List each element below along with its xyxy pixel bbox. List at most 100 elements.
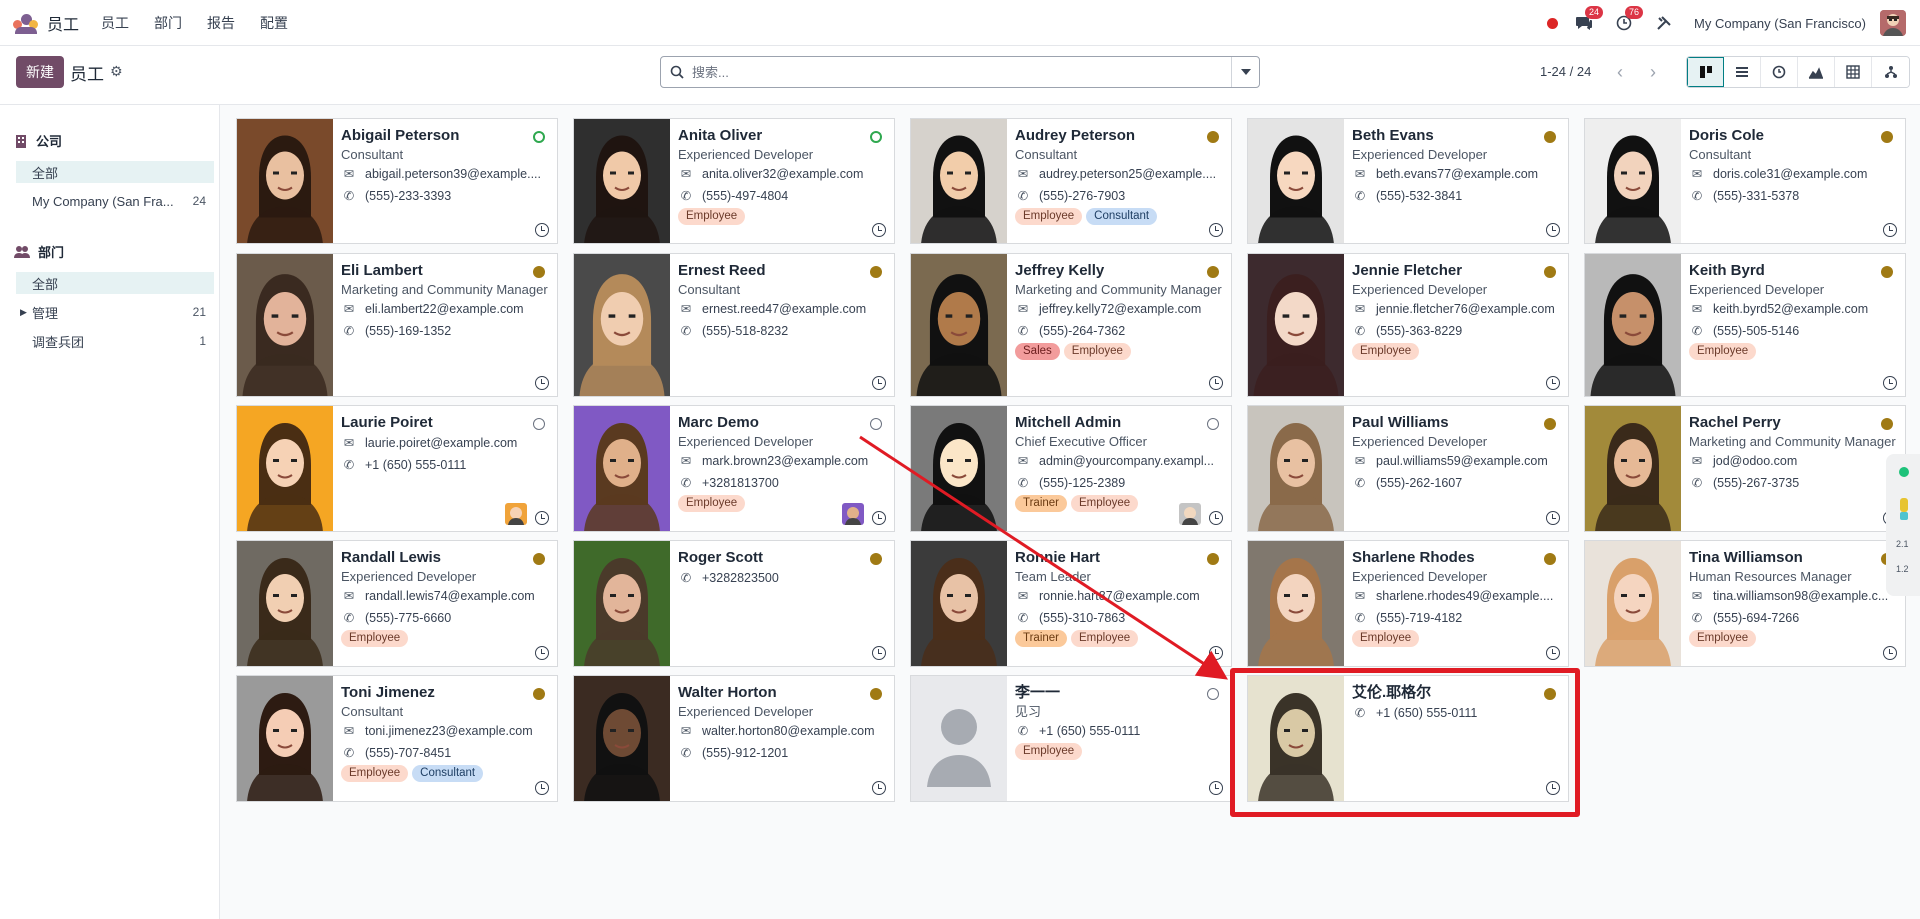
phone-icon: ✆ <box>1691 611 1703 625</box>
company-filter-my-company[interactable]: My Company (San Fra... 24 <box>16 190 214 212</box>
presence-status-icon <box>1544 553 1556 565</box>
recording-indicator-icon[interactable] <box>1547 17 1559 29</box>
search-input[interactable] <box>692 64 1231 80</box>
employee-card[interactable]: Audrey Peterson Consultant ✉ audrey.peterso… <box>910 118 1232 244</box>
menu-reporting[interactable]: 报告 <box>207 13 235 33</box>
employee-card[interactable]: Jennie Fletcher Experienced Developer ✉ jen… <box>1247 253 1569 397</box>
employee-card[interactable]: Rachel Perry Marketing and Community Mana… <box>1584 405 1906 532</box>
pager-value[interactable]: 1-24 / 24 <box>1540 64 1591 79</box>
chat-button[interactable]: 24 <box>1574 6 1604 33</box>
presence-status-icon <box>1207 688 1219 700</box>
company-filter-all[interactable]: 全部 <box>16 161 214 183</box>
activity-clock-icon[interactable] <box>535 646 549 660</box>
manager-avatar[interactable] <box>842 503 864 525</box>
department-filter-survey-corps[interactable]: 调查兵团 1 <box>16 330 214 352</box>
employee-card[interactable]: Ronnie Hart Team Leader ✉ ronnie.hart87@exa… <box>910 540 1232 667</box>
pivot-view-button[interactable] <box>1835 57 1872 87</box>
activity-clock-icon[interactable] <box>535 376 549 390</box>
employee-card[interactable]: Marc Demo Experienced Developer ✉ mark.brow… <box>573 405 895 532</box>
employee-card[interactable]: Anita Oliver Experienced Developer ✉ anita.… <box>573 118 895 244</box>
employee-photo <box>574 676 670 801</box>
employee-phone-row: ✆ (555)-125-2389 <box>1015 472 1223 494</box>
employee-card[interactable]: Paul Williams Experienced Developer ✉ paul.… <box>1247 405 1569 532</box>
search-options-toggle[interactable] <box>1231 57 1259 87</box>
activity-clock-icon[interactable] <box>1209 223 1223 237</box>
activity-clock-icon[interactable] <box>1209 646 1223 660</box>
phone-icon: ✆ <box>1691 324 1703 338</box>
employee-name: Marc Demo <box>678 414 759 431</box>
activity-clock-icon[interactable] <box>535 781 549 795</box>
department-filter-all[interactable]: 全部 <box>16 272 214 294</box>
employee-card[interactable]: 李一一 见习 ✆ +1 (650) 555-0111 Employee <box>910 675 1232 802</box>
activity-clock-icon[interactable] <box>1209 781 1223 795</box>
employees-app-icon[interactable] <box>13 13 39 34</box>
app-name[interactable]: 员工 <box>47 11 79 35</box>
new-button[interactable]: 新建 <box>16 56 64 88</box>
pager-next-button[interactable]: › <box>1638 58 1668 86</box>
activity-clock-icon[interactable] <box>1546 781 1560 795</box>
activity-clock-icon[interactable] <box>1883 376 1897 390</box>
employee-card[interactable]: Sharlene Rhodes Experienced Developer ✉ sha… <box>1247 540 1569 667</box>
employee-phone-row: ✆ (555)-262-1607 <box>1352 472 1560 494</box>
graph-view-button[interactable] <box>1798 57 1835 87</box>
activity-clock-icon[interactable] <box>872 376 886 390</box>
employee-card[interactable]: Abigail Peterson Consultant ✉ abigail.peter… <box>236 118 558 244</box>
employee-card[interactable]: 艾伦.耶格尔 ✆ +1 (650) 555-0111 <box>1247 675 1569 802</box>
company-switcher[interactable]: My Company (San Francisco) <box>1694 16 1866 31</box>
employee-card[interactable]: Roger Scott ✆ +3282823500 <box>573 540 895 667</box>
employee-phone: (555)-497-4804 <box>702 189 789 203</box>
activity-clock-icon[interactable] <box>1883 646 1897 660</box>
pager-previous-button[interactable]: ‹ <box>1605 58 1635 86</box>
employee-card[interactable]: Tina Williamson Human Resources Manager ✉ t… <box>1584 540 1906 667</box>
activity-clock-icon[interactable] <box>872 223 886 237</box>
caret-right-icon[interactable]: ▶ <box>20 307 27 318</box>
employee-card[interactable]: Ernest Reed Consultant ✉ ernest.reed47@exam… <box>573 253 895 397</box>
employee-card[interactable]: Toni Jimenez Consultant ✉ toni.jimenez23@ex… <box>236 675 558 802</box>
activity-button[interactable]: 76 <box>1614 6 1644 33</box>
activity-view-button[interactable] <box>1761 57 1798 87</box>
employee-job-title: Consultant <box>678 282 741 297</box>
employee-card[interactable]: Laurie Poiret ✉ laurie.poiret@example.com ✆… <box>236 405 558 532</box>
activity-clock-icon[interactable] <box>872 646 886 660</box>
list-view-button[interactable] <box>1724 57 1761 87</box>
menu-configuration[interactable]: 配置 <box>260 13 288 33</box>
activity-clock-icon[interactable] <box>1546 223 1560 237</box>
department-filter-management[interactable]: ▶ 管理 21 <box>16 301 214 323</box>
employee-card[interactable]: Jeffrey Kelly Marketing and Community Man… <box>910 253 1232 397</box>
employee-card[interactable]: Walter Horton Experienced Developer ✉ walte… <box>573 675 895 802</box>
activity-clock-icon[interactable] <box>535 223 549 237</box>
manager-avatar[interactable] <box>1179 503 1201 525</box>
activity-clock-icon[interactable] <box>1546 511 1560 525</box>
employee-card[interactable]: Mitchell Admin Chief Executive Officer ✉ ad… <box>910 405 1232 532</box>
presence-status-icon <box>1544 688 1556 700</box>
gear-icon[interactable]: ⚙ <box>110 63 123 80</box>
activity-clock-icon[interactable] <box>535 511 549 525</box>
activity-clock-icon[interactable] <box>872 511 886 525</box>
activity-clock-icon[interactable] <box>1209 376 1223 390</box>
employee-email-row: ✉ jennie.fletcher76@example.com <box>1352 298 1560 320</box>
employee-card[interactable]: Keith Byrd Experienced Developer ✉ keith.by… <box>1584 253 1906 397</box>
employee-photo <box>911 676 1007 801</box>
hierarchy-view-button[interactable] <box>1872 57 1909 87</box>
network-monitor-widget: 2.1 1.2 <box>1886 454 1920 596</box>
employee-card[interactable]: Doris Cole Consultant ✉ doris.cole31@exampl… <box>1584 118 1906 244</box>
filter-count: 1 <box>199 334 206 348</box>
employee-card[interactable]: Eli Lambert Marketing and Community Manag… <box>236 253 558 397</box>
activity-clock-icon[interactable] <box>1546 376 1560 390</box>
kanban-view-button[interactable] <box>1687 57 1724 87</box>
debug-tools-button[interactable] <box>1654 13 1674 33</box>
employee-card[interactable]: Randall Lewis Experienced Developer ✉ randa… <box>236 540 558 667</box>
activity-clock-icon[interactable] <box>872 781 886 795</box>
activity-clock-icon[interactable] <box>1883 223 1897 237</box>
menu-employees[interactable]: 员工 <box>101 13 129 33</box>
presence-status-icon <box>870 418 882 430</box>
tag-badge: Employee <box>1689 343 1757 360</box>
activity-clock-icon[interactable] <box>1546 646 1560 660</box>
menu-departments[interactable]: 部门 <box>154 13 182 33</box>
activity-clock-icon[interactable] <box>1209 511 1223 525</box>
employee-job-title: Experienced Developer <box>678 704 814 719</box>
manager-avatar[interactable] <box>505 503 527 525</box>
user-avatar[interactable] <box>1880 10 1906 36</box>
employee-name: 李一一 <box>1015 684 1061 701</box>
employee-card[interactable]: Beth Evans Experienced Developer ✉ beth.eva… <box>1247 118 1569 244</box>
